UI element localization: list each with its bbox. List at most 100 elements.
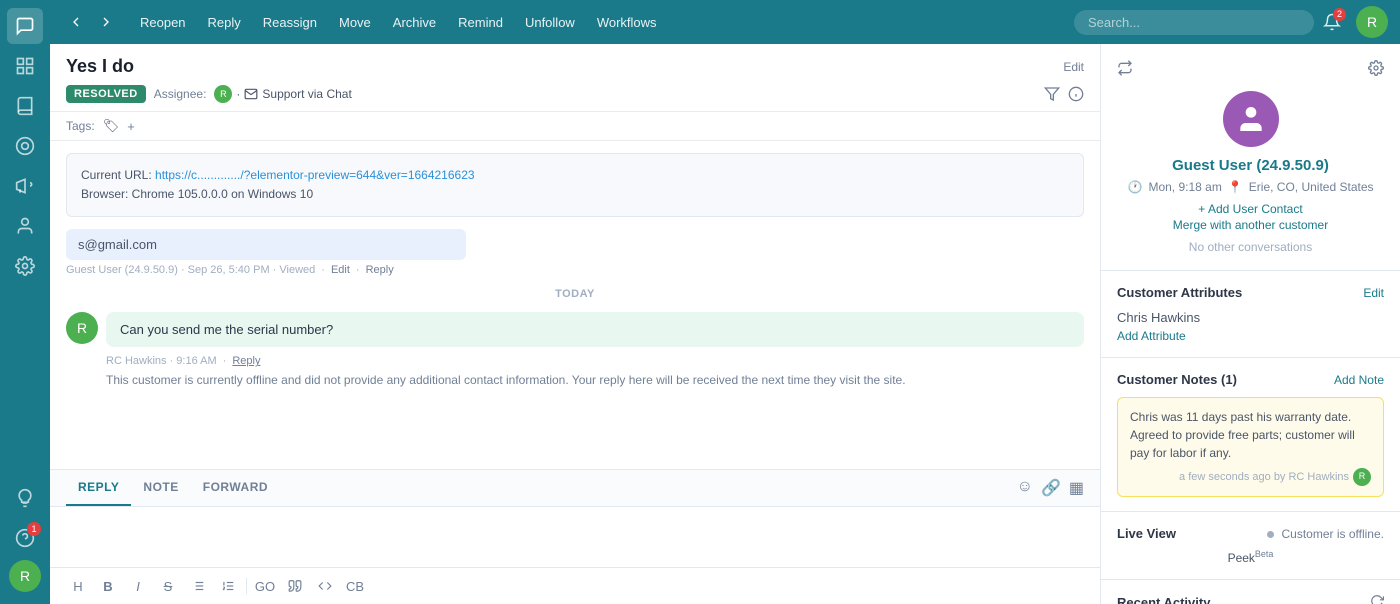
recent-activity-title: Recent Activity bbox=[1117, 595, 1210, 604]
live-view-status: Customer is offline. bbox=[1267, 527, 1384, 541]
reply-format-bar: H B I S GO CB bbox=[50, 567, 1100, 604]
note-author-avatar: R bbox=[1353, 468, 1371, 486]
format-i-button[interactable]: I bbox=[126, 574, 150, 598]
topbar-nav bbox=[62, 8, 120, 36]
merge-customer-link[interactable]: Merge with another customer bbox=[1117, 218, 1384, 232]
format-cb-button[interactable]: CB bbox=[343, 574, 367, 598]
add-attribute-link[interactable]: Add Attribute bbox=[1117, 329, 1384, 343]
live-view-title: Live View bbox=[1117, 526, 1176, 541]
recent-activity-section: Recent Activity 🌐 Visited https:// bbox=[1101, 580, 1400, 604]
url-info: Current URL: https://c............./?ele… bbox=[81, 166, 1069, 185]
archive-button[interactable]: Archive bbox=[383, 10, 446, 35]
attachment-icon[interactable]: ▦ bbox=[1069, 478, 1084, 498]
sidebar-item-circle[interactable] bbox=[7, 128, 43, 164]
customer-attributes-title: Customer Attributes bbox=[1117, 285, 1242, 300]
workflows-button[interactable]: Workflows bbox=[587, 10, 667, 35]
sidebar-item-contacts[interactable] bbox=[7, 208, 43, 244]
user-links: + Add User Contact Merge with another cu… bbox=[1117, 202, 1384, 232]
unfollow-button[interactable]: Unfollow bbox=[515, 10, 585, 35]
reassign-button[interactable]: Reassign bbox=[253, 10, 327, 35]
format-go-button[interactable]: GO bbox=[253, 574, 277, 598]
agent-message-row: R Can you send me the serial number? bbox=[66, 312, 1084, 347]
email-bubble: s@gmail.com bbox=[66, 229, 466, 260]
agent-avatar: R bbox=[66, 312, 98, 344]
reply-button[interactable]: Reply bbox=[198, 10, 251, 35]
remind-button[interactable]: Remind bbox=[448, 10, 513, 35]
main-area: Yes I do Edit RESOLVED Assignee: R · Sup… bbox=[50, 44, 1400, 604]
edit-title-link[interactable]: Edit bbox=[1063, 60, 1084, 74]
format-ol-button[interactable] bbox=[216, 574, 240, 598]
reply-message-link[interactable]: Reply bbox=[366, 264, 394, 276]
forward-button[interactable] bbox=[92, 8, 120, 36]
format-quote-button[interactable] bbox=[283, 574, 307, 598]
sidebar-item-book[interactable] bbox=[7, 88, 43, 124]
help-badge: 1 bbox=[27, 522, 41, 536]
assignee-name: Support via Chat bbox=[262, 87, 351, 101]
reply-editor[interactable] bbox=[50, 507, 1100, 567]
peek-button[interactable]: PeekBeta bbox=[1117, 549, 1384, 565]
assignee-info: R · Support via Chat bbox=[214, 85, 351, 103]
tags-row: Tags: 🏷 + bbox=[50, 112, 1100, 141]
filter-icon[interactable] bbox=[1044, 86, 1060, 102]
format-ul-button[interactable] bbox=[186, 574, 210, 598]
user-name: Guest User (24.9.50.9) bbox=[1117, 157, 1384, 174]
tab-note[interactable]: NOTE bbox=[131, 470, 190, 506]
edit-attributes-link[interactable]: Edit bbox=[1363, 286, 1384, 300]
assignee-label: Assignee: bbox=[154, 87, 207, 101]
add-user-contact-link[interactable]: + Add User Contact bbox=[1117, 202, 1384, 216]
sidebar: 1 R bbox=[0, 0, 50, 604]
tag-count: + bbox=[127, 119, 135, 134]
format-s-button[interactable]: S bbox=[156, 574, 180, 598]
conversation-title: Yes I do bbox=[66, 56, 134, 77]
add-note-link[interactable]: Add Note bbox=[1334, 373, 1384, 387]
topbar-user-avatar[interactable]: R bbox=[1356, 6, 1388, 38]
sidebar-item-bulb[interactable] bbox=[7, 480, 43, 516]
sidebar-item-help[interactable]: 1 bbox=[7, 520, 43, 556]
user-settings-icon[interactable] bbox=[1368, 60, 1384, 79]
tab-reply[interactable]: REPLY bbox=[66, 470, 131, 506]
format-code-button[interactable] bbox=[313, 574, 337, 598]
info-icon[interactable] bbox=[1068, 86, 1084, 102]
tab-forward[interactable]: FORWARD bbox=[191, 470, 280, 506]
messages-area: Current URL: https://c............./?ele… bbox=[50, 141, 1100, 469]
conversation-header: Yes I do Edit RESOLVED Assignee: R · Sup… bbox=[50, 44, 1100, 112]
topbar: Reopen Reply Reassign Move Archive Remin… bbox=[50, 0, 1400, 44]
reply-tabs: REPLY NOTE FORWARD ☺ 🔗 ▦ bbox=[50, 470, 1100, 507]
note-box: Chris was 11 days past his warranty date… bbox=[1117, 397, 1384, 497]
assignee-avatar: R bbox=[214, 85, 232, 103]
back-button[interactable] bbox=[62, 8, 90, 36]
format-divider bbox=[246, 578, 247, 594]
emoji-icon[interactable]: ☺ bbox=[1017, 478, 1033, 498]
sidebar-item-settings[interactable] bbox=[7, 248, 43, 284]
live-view-section: Live View Customer is offline. PeekBeta bbox=[1101, 512, 1400, 580]
user-avatar-large bbox=[1223, 91, 1279, 147]
link-icon[interactable]: 🔗 bbox=[1041, 478, 1061, 498]
refresh-activity-icon[interactable] bbox=[1370, 594, 1384, 604]
sidebar-user-avatar[interactable]: R bbox=[9, 560, 41, 592]
customer-notes-section: Customer Notes (1) Add Note Chris was 11… bbox=[1101, 358, 1400, 512]
notification-badge: 2 bbox=[1333, 8, 1346, 21]
move-button[interactable]: Move bbox=[329, 10, 381, 35]
tag-icon: 🏷 bbox=[103, 118, 120, 134]
sidebar-item-dashboard[interactable] bbox=[7, 48, 43, 84]
url-label: Current URL: bbox=[81, 168, 152, 182]
format-b-button[interactable]: B bbox=[96, 574, 120, 598]
notifications-button[interactable]: 2 bbox=[1316, 6, 1348, 38]
agent-meta-text: RC Hawkins · 9:16 AM bbox=[106, 355, 217, 367]
offline-notice: This customer is currently offline and d… bbox=[106, 373, 1084, 387]
sidebar-item-megaphone[interactable] bbox=[7, 168, 43, 204]
reopen-button[interactable]: Reopen bbox=[130, 10, 196, 35]
no-conversations: No other conversations bbox=[1117, 240, 1384, 254]
customer-notes-title: Customer Notes (1) bbox=[1117, 372, 1237, 387]
url-link[interactable]: https://c............./?elementor-previe… bbox=[155, 168, 475, 182]
sidebar-item-chat[interactable] bbox=[7, 8, 43, 44]
resolved-badge: RESOLVED bbox=[66, 85, 146, 103]
agent-reply-link[interactable]: Reply bbox=[232, 355, 260, 367]
user-card-toggle[interactable] bbox=[1117, 60, 1133, 79]
agent-bubble: Can you send me the serial number? bbox=[106, 312, 1084, 347]
edit-message-link[interactable]: Edit bbox=[331, 264, 350, 276]
offline-dot bbox=[1267, 531, 1274, 538]
today-divider: TODAY bbox=[66, 288, 1084, 300]
search-input[interactable] bbox=[1074, 10, 1314, 35]
format-h-button[interactable]: H bbox=[66, 574, 90, 598]
